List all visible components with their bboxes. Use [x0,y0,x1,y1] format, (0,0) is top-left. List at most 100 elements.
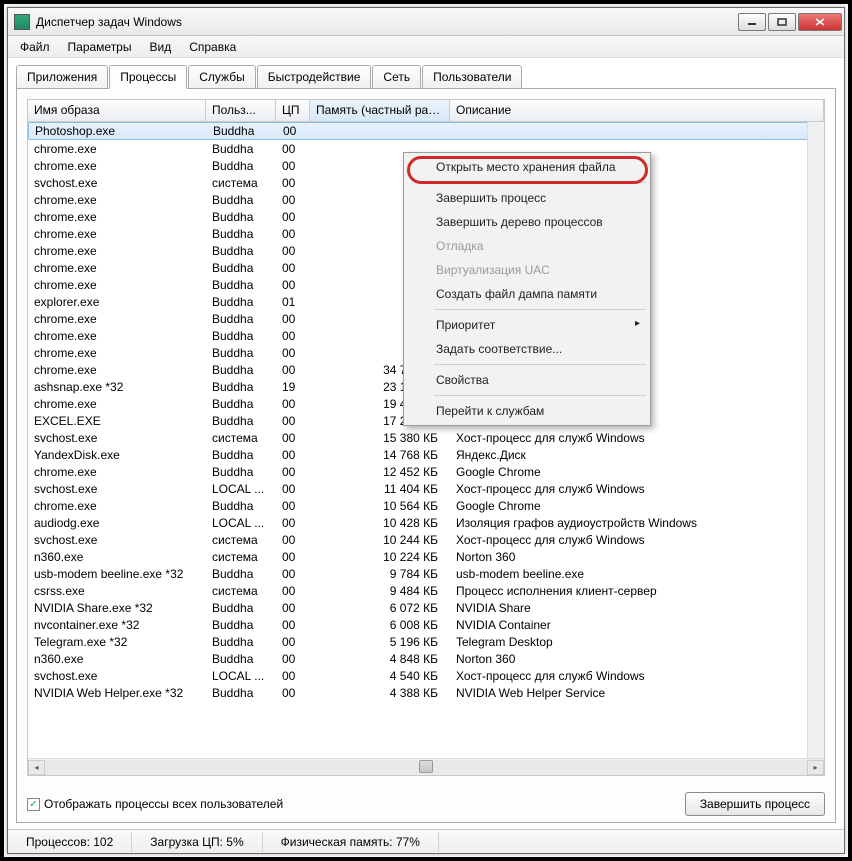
table-row[interactable]: svchost.exeсистема0015 380 КБХост-процес… [28,429,824,446]
cell: chrome.exe [28,210,206,224]
scroll-left-button[interactable]: ◂ [28,760,45,775]
cell: 10 224 КБ [310,550,450,564]
titlebar[interactable]: Диспетчер задач Windows [8,8,844,36]
cell: Buddha [206,329,276,343]
cell: svchost.exe [28,482,206,496]
table-row[interactable]: YandexDisk.exeBuddha0014 768 КБЯндекс.Ди… [28,446,824,463]
cell: chrome.exe [28,346,206,360]
cell: Buddha [206,414,276,428]
ctx-priority[interactable]: Приоритет [406,313,648,337]
ctx-dump[interactable]: Создать файл дампа памяти [406,282,648,306]
table-row[interactable]: NVIDIA Share.exe *32Buddha006 072 КБNVID… [28,599,824,616]
show-all-users-label: Отображать процессы всех пользователей [44,797,283,811]
cell: 12 452 КБ [310,465,450,479]
vertical-scrollbar[interactable] [807,122,824,758]
tab-processes[interactable]: Процессы [109,65,187,89]
cell: 00 [276,635,310,649]
table-row[interactable]: chrome.exeBuddha0012 452 КБGoogle Chrome [28,463,824,480]
cell: Buddha [207,124,277,138]
tab-performance[interactable]: Быстродействие [257,65,372,89]
menu-view[interactable]: Вид [141,38,179,56]
ctx-end-process[interactable]: Завершить процесс [406,186,648,210]
cell: LOCAL ... [206,669,276,683]
cell: 00 [276,567,310,581]
ctx-open-location[interactable]: Открыть место хранения файла [406,155,648,179]
cell: 00 [276,312,310,326]
menu-help[interactable]: Справка [181,38,244,56]
cell: Telegram Desktop [450,635,824,649]
cell: chrome.exe [28,312,206,326]
col-memory[interactable]: Память (частный рабо... [310,100,450,121]
cell: Buddha [206,227,276,241]
menu-options[interactable]: Параметры [60,38,140,56]
bottom-bar: ✓ Отображать процессы всех пользователей… [17,786,835,822]
ctx-end-tree[interactable]: Завершить дерево процессов [406,210,648,234]
cell: 00 [276,516,310,530]
tab-services[interactable]: Службы [188,65,255,89]
cell: 4 540 КБ [310,669,450,683]
ctx-debug: Отладка [406,234,648,258]
table-row[interactable]: svchost.exeLOCAL ...0011 404 КБХост-проц… [28,480,824,497]
ctx-separator [434,395,646,396]
horizontal-scrollbar[interactable]: ◂ ▸ [28,758,824,775]
cell: chrome.exe [28,278,206,292]
ctx-separator [434,364,646,365]
cell: svchost.exe [28,431,206,445]
cell: usb-modem beeline.exe *32 [28,567,206,581]
table-row[interactable]: csrss.exeсистема009 484 КБПроцесс исполн… [28,582,824,599]
cell: Buddha [206,210,276,224]
minimize-button[interactable] [738,13,766,31]
cell: 00 [276,363,310,377]
cell: 00 [276,176,310,190]
tab-networking[interactable]: Сеть [372,65,421,89]
cell: 00 [276,499,310,513]
cell: система [206,533,276,547]
table-row[interactable]: svchost.exeLOCAL ...004 540 КБХост-проце… [28,667,824,684]
end-process-button[interactable]: Завершить процесс [685,792,825,816]
table-row[interactable]: nvcontainer.exe *32Buddha006 008 КБNVIDI… [28,616,824,633]
table-row[interactable]: Telegram.exe *32Buddha005 196 КБTelegram… [28,633,824,650]
cell: 00 [276,533,310,547]
maximize-button[interactable] [768,13,796,31]
tab-applications[interactable]: Приложения [16,65,108,89]
scroll-right-button[interactable]: ▸ [807,760,824,775]
scroll-thumb[interactable] [419,760,433,773]
cell: 14 768 КБ [310,448,450,462]
cell: Хост-процесс для служб Windows [450,482,824,496]
cell: 00 [276,550,310,564]
task-manager-window: Диспетчер задач Windows Файл Параметры В… [7,7,845,854]
col-image[interactable]: Имя образа [28,100,206,121]
ctx-properties[interactable]: Свойства [406,368,648,392]
cell: Процесс исполнения клиент-сервер [450,584,824,598]
table-row[interactable]: chrome.exeBuddha0010 564 КБGoogle Chrome [28,497,824,514]
table-row[interactable]: n360.exeBuddha004 848 КБNorton 360 [28,650,824,667]
menu-file[interactable]: Файл [12,38,58,56]
table-row[interactable]: NVIDIA Web Helper.exe *32Buddha004 388 К… [28,684,824,701]
tab-users[interactable]: Пользователи [422,65,522,89]
check-icon: ✓ [27,798,40,811]
cell: 00 [276,431,310,445]
col-description[interactable]: Описание [450,100,824,121]
col-cpu[interactable]: ЦП [276,100,310,121]
ctx-goto-services[interactable]: Перейти к службам [406,399,648,423]
cell: NVIDIA Web Helper.exe *32 [28,686,206,700]
table-row[interactable]: usb-modem beeline.exe *32Buddha009 784 К… [28,565,824,582]
status-cpu: Загрузка ЦП: 5% [132,832,262,852]
table-row[interactable]: svchost.exeсистема0010 244 КБХост-процес… [28,531,824,548]
col-user[interactable]: Польз... [206,100,276,121]
show-all-users-checkbox[interactable]: ✓ Отображать процессы всех пользователей [27,797,283,811]
cell: Buddha [206,159,276,173]
cell: explorer.exe [28,295,206,309]
cell: chrome.exe [28,227,206,241]
cell: Buddha [206,635,276,649]
cell: chrome.exe [28,397,206,411]
table-row[interactable]: n360.exeсистема0010 224 КБNorton 360 [28,548,824,565]
status-processes: Процессов: 102 [8,832,132,852]
cell: 00 [276,652,310,666]
close-button[interactable] [798,13,842,31]
cell: Buddha [206,618,276,632]
ctx-affinity[interactable]: Задать соответствие... [406,337,648,361]
table-row[interactable]: Photoshop.exeBuddha00 [28,122,824,140]
cell: Buddha [206,346,276,360]
table-row[interactable]: audiodg.exeLOCAL ...0010 428 КБИзоляция … [28,514,824,531]
